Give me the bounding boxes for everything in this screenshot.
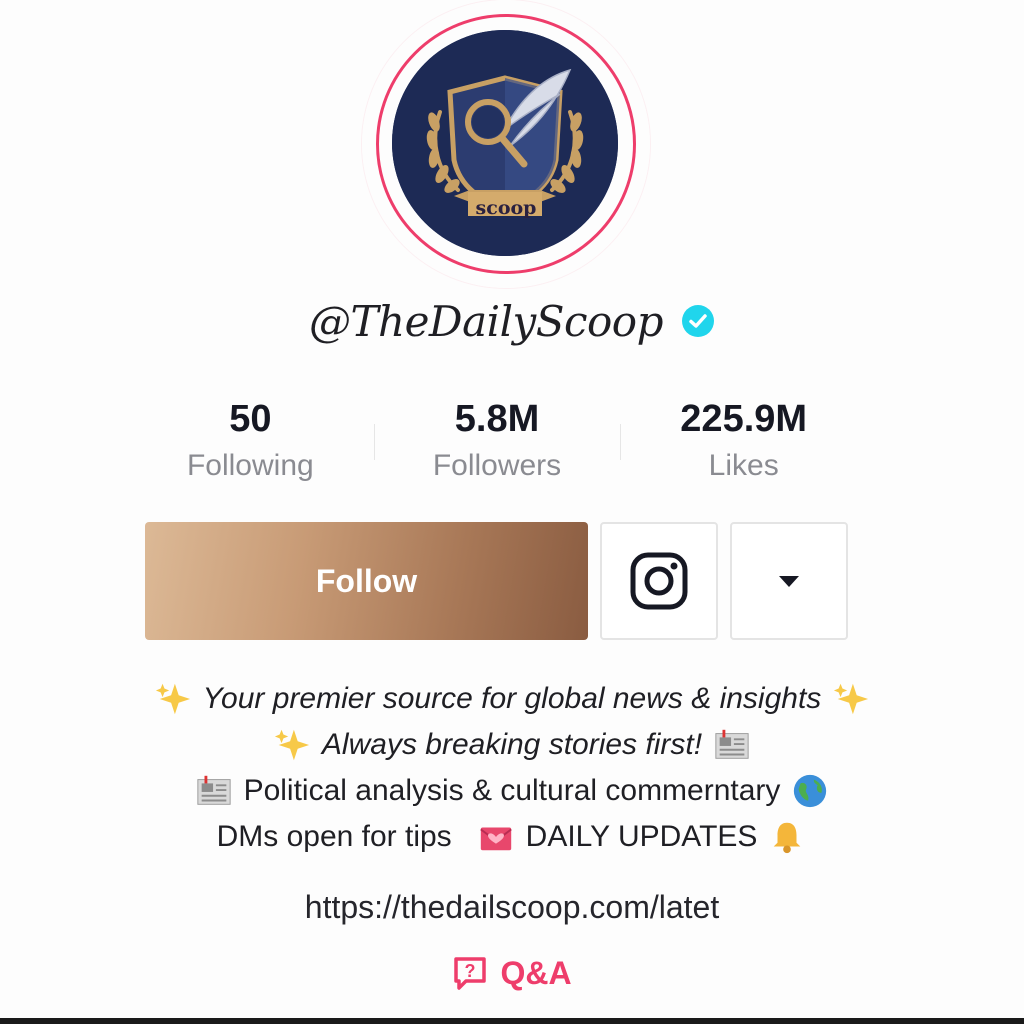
bio-line-text: Political analysis & cultural commerntar…	[243, 774, 781, 807]
bio-line-text: DAILY UPDATES	[525, 820, 758, 853]
stat-label: Following	[186, 449, 314, 482]
newspaper-icon	[194, 771, 234, 811]
sparkles-icon	[831, 679, 871, 719]
bell-icon	[767, 817, 807, 857]
caret-down-icon	[779, 576, 799, 587]
stat-following[interactable]: 50 Following	[127, 392, 374, 492]
stat-label: Likes	[708, 449, 779, 482]
bio-line: Your premier source for global news & in…	[153, 676, 872, 722]
profile-link[interactable]: https://thedailscoop.com/latet	[0, 882, 1024, 932]
scoop-crest-logo	[392, 30, 618, 256]
stat-likes[interactable]: 225.9M Likes	[620, 392, 867, 492]
globe-icon	[790, 771, 830, 811]
follow-button[interactable]: Follow	[145, 522, 588, 640]
stat-value: 225.9M	[680, 398, 808, 440]
sparkles-icon	[272, 725, 312, 765]
stat-value: 50	[229, 398, 272, 440]
bottom-border	[0, 1018, 1024, 1024]
sparkles-icon	[153, 679, 193, 719]
newspaper-icon	[712, 725, 752, 765]
stat-followers[interactable]: 5.8M Followers	[373, 392, 621, 492]
profile-stats: 50 Following 5.8M Followers 225.9M Likes	[127, 392, 867, 492]
instagram-icon	[630, 552, 688, 610]
stat-value: 5.8M	[454, 398, 540, 440]
bio-line-text: DMs open for tips	[216, 820, 452, 853]
question-bubble-icon: ?	[454, 957, 487, 990]
avatar[interactable]	[392, 30, 618, 256]
avatar-label: scoop	[475, 197, 537, 219]
profile-bio: Your premier source for global news & in…	[0, 676, 1024, 860]
love-letter-icon	[476, 817, 516, 857]
handle-row: @TheDailyScoop	[0, 286, 1024, 356]
stat-label: Followers	[432, 449, 562, 482]
profile-handle: @TheDailyScoop	[309, 296, 663, 346]
bio-line-text: Always breaking stories first!	[321, 728, 703, 761]
bio-line: Always breaking stories first!	[272, 722, 752, 768]
bio-line: Political analysis & cultural commerntar…	[194, 768, 831, 814]
bio-line: DMs open for tips DAILY UPDATES	[217, 814, 808, 860]
verified-badge-icon	[681, 304, 715, 338]
qa-button[interactable]: ? Q&A	[0, 948, 1024, 998]
more-options-button[interactable]	[730, 522, 848, 640]
instagram-button[interactable]	[600, 522, 718, 640]
bio-line-text: Your premier source for global news & in…	[202, 682, 822, 715]
svg-text:?: ?	[465, 961, 476, 981]
qa-label: Q&A	[500, 954, 572, 991]
